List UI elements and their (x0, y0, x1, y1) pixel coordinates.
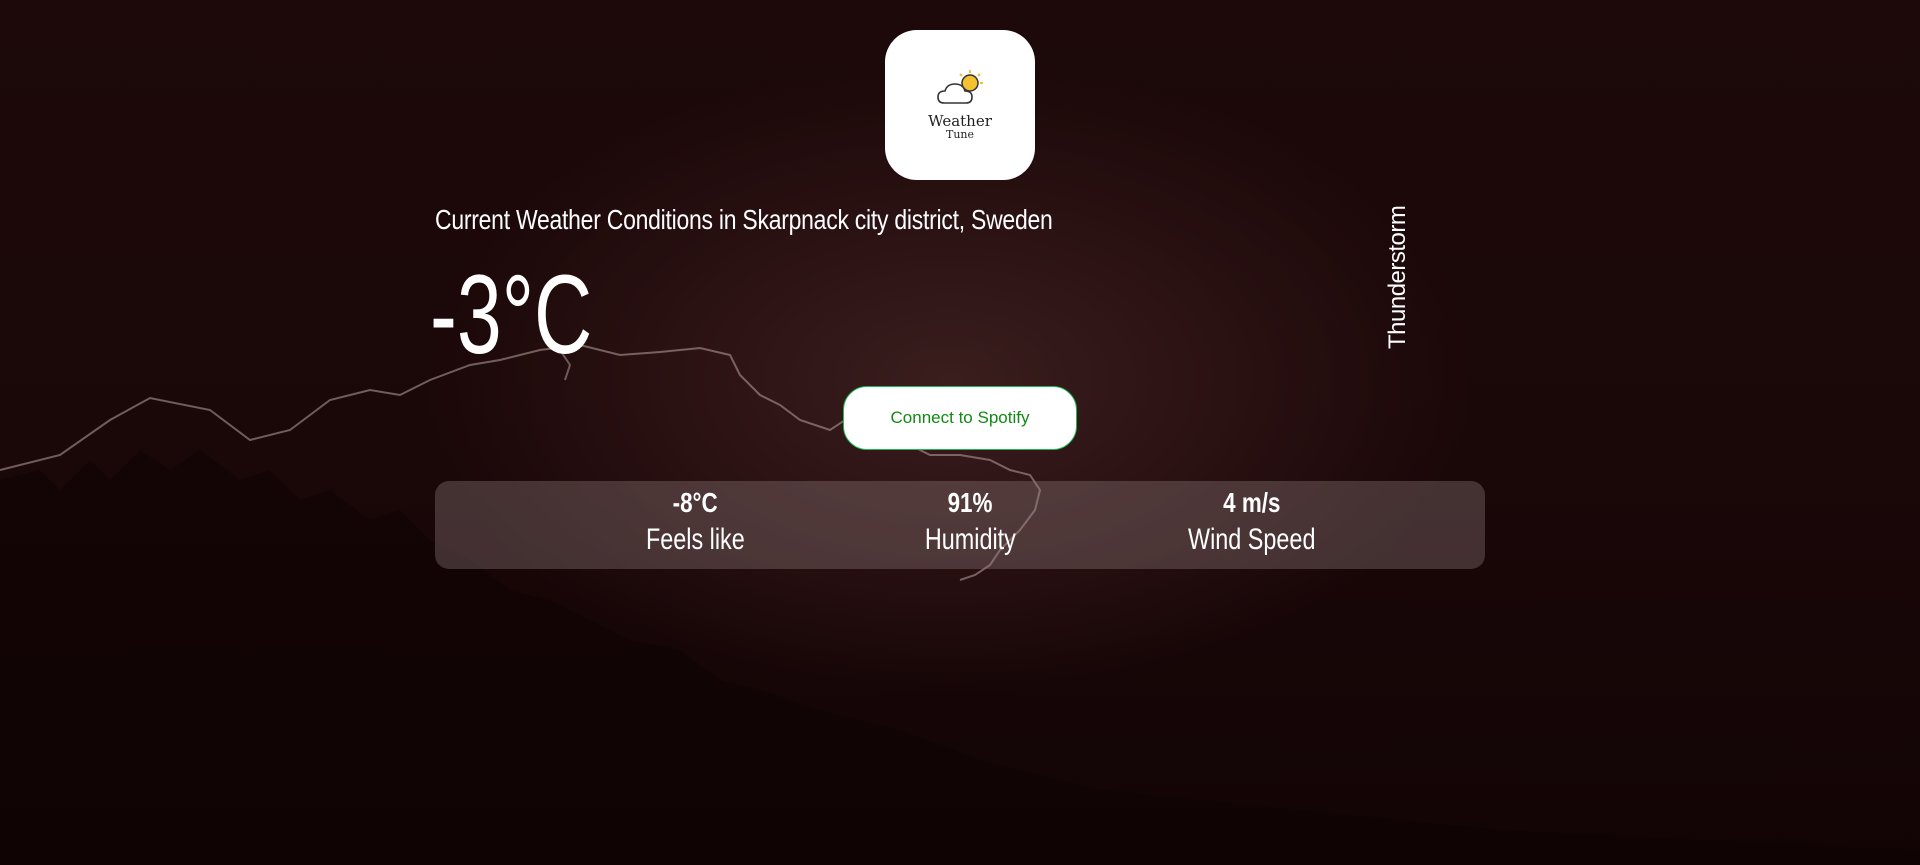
stat-wind-speed: 4 m/s Wind Speed (1167, 481, 1337, 569)
humidity-label: Humidity (924, 523, 1016, 556)
weather-stats-panel: -8°C Feels like 91% Humidity 4 m/s Wind … (435, 481, 1485, 569)
wind-speed-value: 4 m/s (1223, 487, 1281, 518)
stat-feels-like: -8°C Feels like (615, 481, 775, 569)
feels-like-label: Feels like (645, 523, 745, 556)
cloud-sun-icon (937, 70, 983, 104)
current-temperature: -3°C (430, 252, 593, 377)
wind-speed-label: Wind Speed (1188, 523, 1316, 556)
connect-spotify-button[interactable]: Connect to Spotify (843, 386, 1077, 450)
logo-title: Weather (928, 112, 992, 130)
weather-condition: Thunderstorm (1384, 205, 1411, 349)
app-logo: Weather Tune (885, 30, 1035, 180)
stat-humidity: 91% Humidity (890, 481, 1050, 569)
logo-subtitle: Tune (945, 128, 974, 141)
humidity-value: 91% (947, 487, 993, 518)
feels-like-value: -8°C (672, 487, 718, 518)
location-heading: Current Weather Conditions in Skarpnack … (435, 204, 1053, 235)
